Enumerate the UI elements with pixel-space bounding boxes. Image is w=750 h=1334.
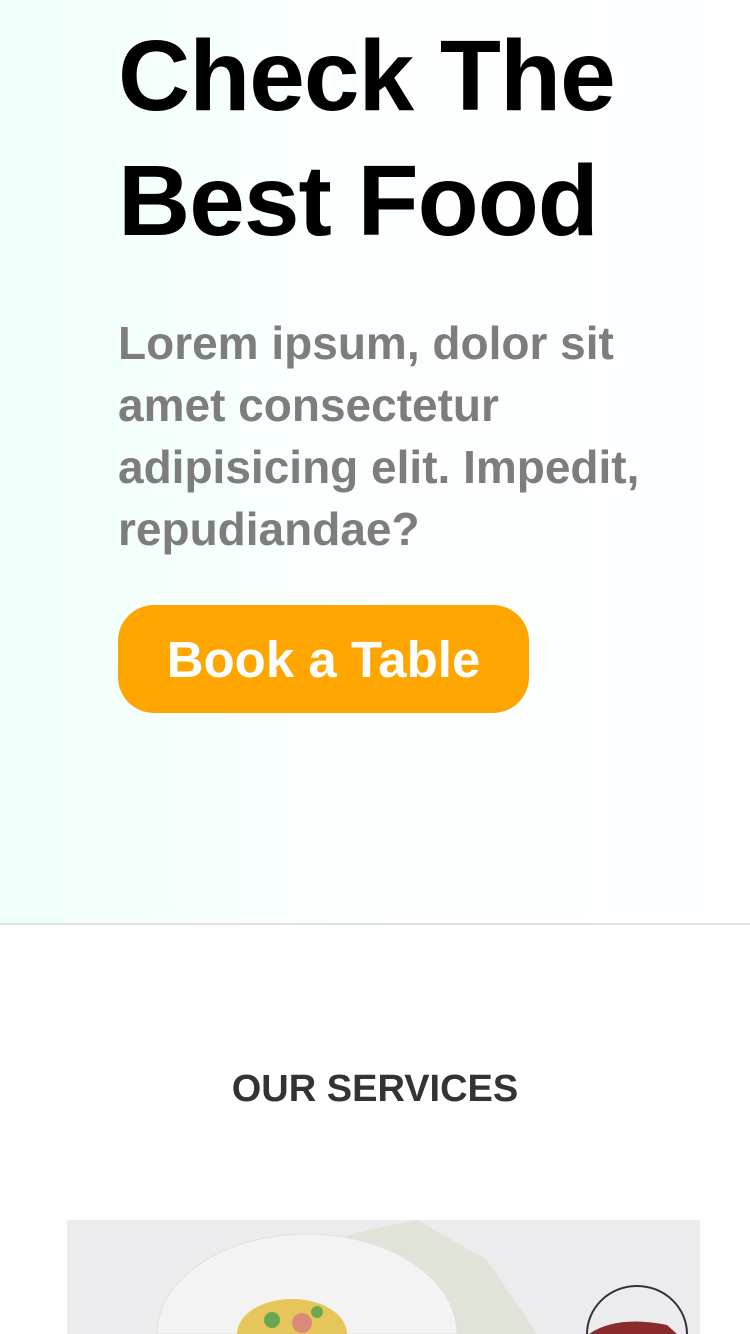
hero-subtitle: Lorem ipsum, dolor sit amet consectetur … — [118, 317, 640, 555]
services-heading: OUR SERVICES — [231, 1068, 519, 1110]
hero-section: Check The Best Food Lorem ipsum, dolor si… — [0, 0, 750, 925]
book-table-button[interactable]: Book a Table — [118, 605, 529, 713]
pasta-plate-image — [67, 1220, 700, 1334]
title-line-1: Check The — [118, 20, 616, 132]
title-line-2: Best Food — [118, 145, 599, 257]
hero-title: Check The Best Food — [118, 14, 738, 264]
service-food-image — [67, 1220, 700, 1334]
